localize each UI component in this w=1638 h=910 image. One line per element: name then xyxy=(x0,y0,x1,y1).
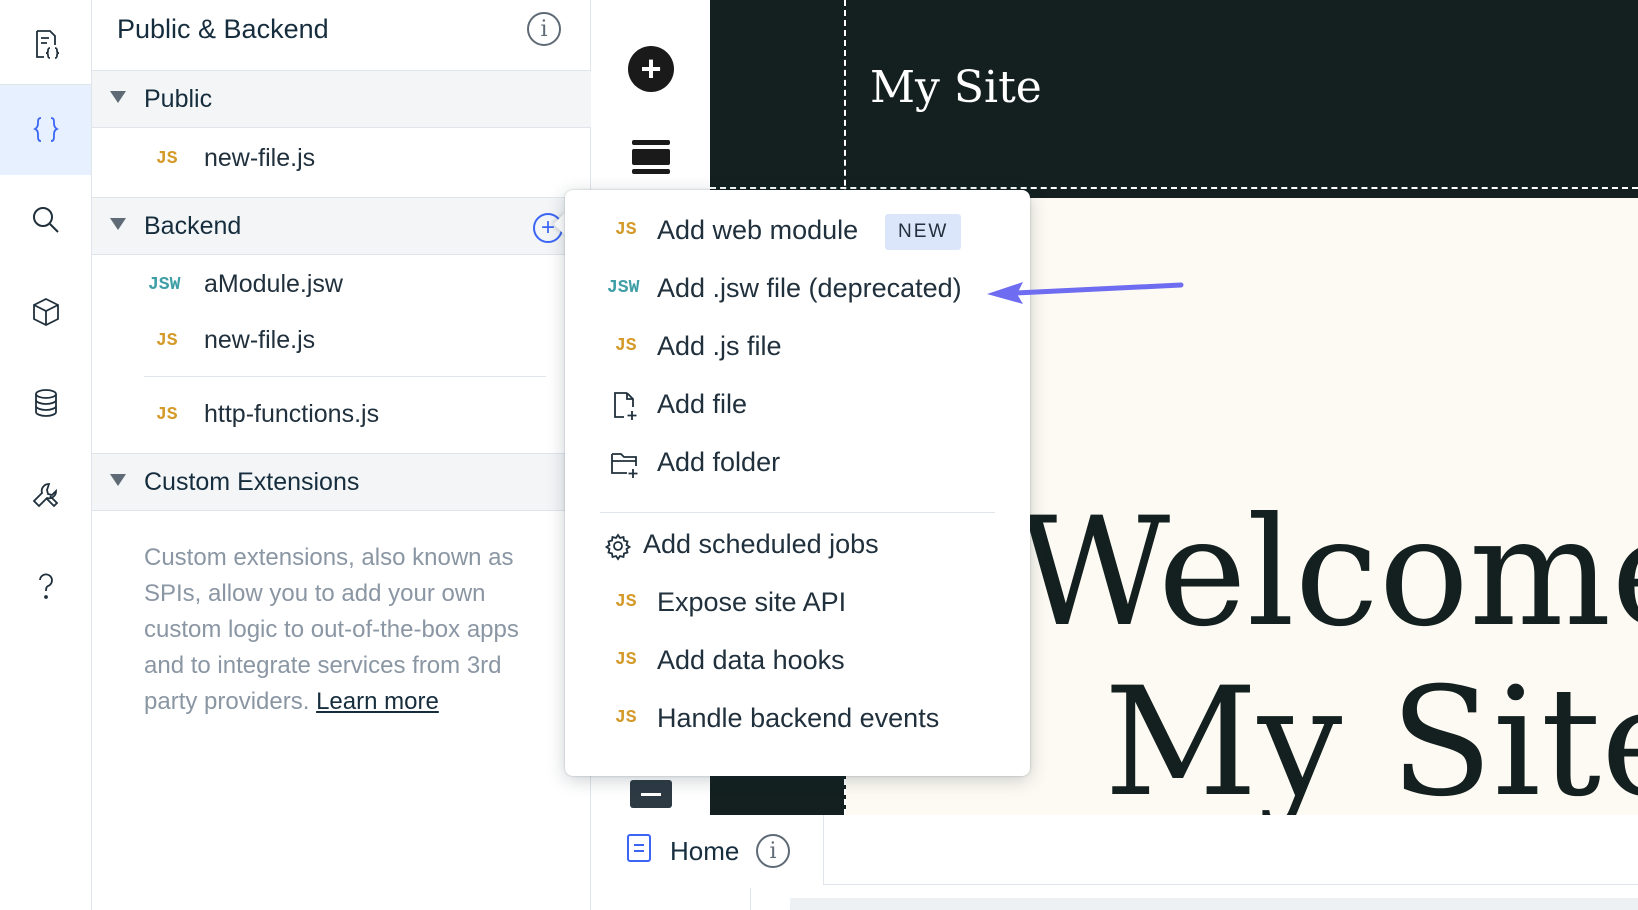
hero-heading-line-2: My Site xyxy=(1104,656,1638,815)
learn-more-link[interactable]: Learn more xyxy=(316,688,439,715)
menu-item-add-js-file[interactable]: JS Add .js file xyxy=(565,318,1030,376)
page-info-icon[interactable]: i xyxy=(756,834,790,868)
section-label: Public xyxy=(144,85,213,113)
file-name: aModule.jsw xyxy=(204,270,343,298)
rail-code-braces[interactable] xyxy=(0,85,91,175)
page-bar-divider xyxy=(750,888,751,910)
code-files-icon xyxy=(35,30,59,59)
add-backend-menu: JS Add web module NEW JSW Add .jsw file … xyxy=(565,190,1030,776)
menu-item-label: Add .jsw file (deprecated) xyxy=(657,273,962,303)
section-label: Backend xyxy=(144,212,242,240)
help-icon xyxy=(38,573,53,599)
menu-item-label: Expose site API xyxy=(657,587,847,617)
menu-item-label: Add scheduled jobs xyxy=(643,529,879,559)
icon-rail xyxy=(0,0,92,910)
menu-item-label: Add file xyxy=(657,389,748,419)
custom-extensions-description: Custom extensions, also known as SPIs, a… xyxy=(144,540,544,720)
horizontal-scrollbar[interactable] xyxy=(790,898,1638,910)
js-file-icon: JS xyxy=(156,405,178,425)
menu-item-add-folder[interactable]: Add folder xyxy=(565,434,1030,492)
rail-database[interactable] xyxy=(0,358,91,448)
search-icon xyxy=(32,207,59,233)
zoom-out-button[interactable] xyxy=(630,780,672,808)
menu-item-label: Add folder xyxy=(657,447,781,477)
menu-item-add-data-hooks[interactable]: JS Add data hooks xyxy=(565,632,1030,690)
file-name: new-file.js xyxy=(204,144,316,172)
section-label: Custom Extensions xyxy=(144,468,360,496)
tools-icon xyxy=(32,483,58,508)
gear-icon xyxy=(604,533,632,561)
site-title[interactable]: My Site xyxy=(870,62,1042,113)
panel-title: Public & Backend xyxy=(117,14,329,44)
section-public[interactable]: Public xyxy=(92,70,591,128)
file-name: http-functions.js xyxy=(204,400,380,428)
menu-item-add-jsw-file[interactable]: JSW Add .jsw file (deprecated) xyxy=(565,260,1030,318)
jsw-file-icon: JSW xyxy=(607,278,640,298)
file-item[interactable]: JS new-file.js xyxy=(92,132,591,184)
rail-packages[interactable] xyxy=(0,267,91,357)
page-bar-area xyxy=(824,815,1638,885)
layers-icon[interactable] xyxy=(632,140,670,174)
add-folder-icon xyxy=(611,453,638,478)
add-element-button[interactable]: + xyxy=(628,46,674,92)
js-file-icon: JS xyxy=(615,708,637,728)
js-file-icon: JS xyxy=(615,336,637,356)
file-name: new-file.js xyxy=(204,326,316,354)
js-file-icon: JS xyxy=(156,331,178,351)
section-guide-horizontal xyxy=(710,187,1638,189)
file-item[interactable]: JSW aModule.jsw xyxy=(92,258,591,310)
minus-icon xyxy=(641,792,661,796)
site-header-section[interactable] xyxy=(710,0,1638,198)
js-file-icon: JS xyxy=(615,592,637,612)
menu-divider xyxy=(600,512,995,513)
database-icon xyxy=(34,389,57,417)
menu-item-label: Handle backend events xyxy=(657,703,940,733)
package-icon xyxy=(32,297,59,327)
file-item[interactable]: JS http-functions.js xyxy=(92,388,591,440)
file-item[interactable]: JS new-file.js xyxy=(92,314,591,366)
caret-down-icon xyxy=(110,474,126,486)
rail-search[interactable] xyxy=(0,175,91,265)
section-custom-extensions[interactable]: Custom Extensions xyxy=(92,453,591,511)
new-badge: NEW xyxy=(885,214,962,250)
panel-header: Public & Backend i xyxy=(92,0,591,71)
caret-down-icon xyxy=(110,91,126,103)
menu-item-add-file[interactable]: Add file xyxy=(565,376,1030,434)
menu-item-handle-backend-events[interactable]: JS Handle backend events xyxy=(565,690,1030,748)
add-file-icon xyxy=(614,392,637,420)
menu-item-label: Add data hooks xyxy=(657,645,845,675)
menu-item-label: Add .js file xyxy=(657,331,782,361)
rail-code-files[interactable] xyxy=(0,0,91,90)
page-icon xyxy=(627,834,651,862)
rail-help[interactable] xyxy=(0,541,91,631)
page-name[interactable]: Home xyxy=(670,836,739,867)
hero-heading-line-1: Welcome t xyxy=(1016,486,1638,660)
menu-item-label: Add web module xyxy=(657,215,859,245)
js-file-icon: JS xyxy=(156,149,178,169)
js-file-icon: JS xyxy=(615,650,637,670)
menu-item-add-web-module[interactable]: JS Add web module NEW xyxy=(565,202,1030,260)
jsw-file-icon: JSW xyxy=(148,275,181,295)
info-icon[interactable]: i xyxy=(527,12,561,46)
caret-down-icon xyxy=(110,218,126,230)
file-divider xyxy=(144,376,546,377)
rail-tools[interactable] xyxy=(0,450,91,540)
menu-item-add-scheduled-jobs[interactable]: Add scheduled jobs xyxy=(565,516,1030,574)
section-backend[interactable]: Backend xyxy=(92,197,591,255)
menu-item-expose-site-api[interactable]: JS Expose site API xyxy=(565,574,1030,632)
public-backend-panel: Public & Backend i Public JS new-file.js… xyxy=(92,0,591,910)
braces-icon xyxy=(32,117,59,142)
annotation-arrow-icon xyxy=(987,282,1184,304)
js-file-icon: JS xyxy=(615,220,637,240)
